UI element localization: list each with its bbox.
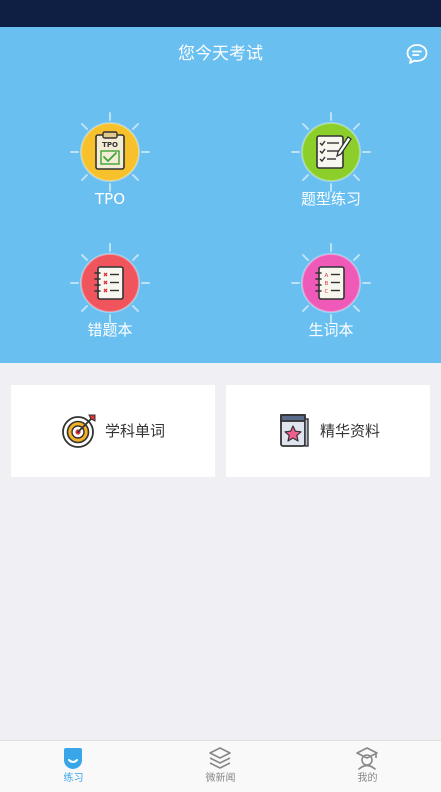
chat-bubble-icon[interactable]: [405, 43, 429, 65]
svg-text:C: C: [325, 289, 329, 295]
star-book-icon: [280, 414, 309, 447]
grid-item-label: 生词本: [308, 321, 354, 339]
target-icon: [62, 414, 96, 448]
svg-text:A: A: [325, 273, 329, 279]
tab-mine[interactable]: 我的: [294, 741, 441, 792]
tab-label: 我的: [357, 773, 378, 784]
svg-text:TPO: TPO: [102, 141, 118, 149]
vocab-notebook-icon: A B C: [291, 243, 371, 323]
profile-icon: [356, 747, 378, 770]
grid-item-tpo[interactable]: TPO TPO: [35, 107, 185, 227]
card-subject-words[interactable]: 学科单词: [11, 385, 215, 477]
grid-item-label: 错题本: [87, 321, 133, 339]
grid-item-question-practice[interactable]: 题型练习: [256, 107, 406, 227]
tab-label: 练习: [63, 773, 84, 784]
svg-text:B: B: [325, 281, 329, 287]
card-essential-materials[interactable]: 精华资料: [226, 385, 430, 477]
tab-micro-news[interactable]: 微新闻: [147, 741, 294, 792]
grid-item-wrong-notebook[interactable]: 错题本: [35, 238, 185, 358]
checklist-icon: [291, 112, 371, 192]
hero-panel: 您今天考试 TPO TPO 题型练习 错题本 A B C 生词本: [0, 27, 441, 363]
practice-icon: [64, 748, 82, 769]
tab-practice[interactable]: 练习: [0, 741, 147, 792]
tpo-clipboard-icon: TPO: [70, 112, 150, 192]
tab-bar: 练习 微新闻 我的: [0, 740, 441, 792]
status-bar: [0, 0, 441, 27]
card-label: 学科单词: [105, 422, 166, 440]
grid-item-label: TPO: [94, 190, 125, 208]
card-label: 精华资料: [320, 422, 381, 440]
wrong-notebook-icon: [70, 243, 150, 323]
page-title: 您今天考试: [178, 44, 263, 64]
layers-icon: [209, 747, 231, 769]
grid-item-vocab-notebook[interactable]: A B C 生词本: [256, 238, 406, 358]
grid-item-label: 题型练习: [300, 190, 361, 208]
tab-label: 微新闻: [205, 773, 236, 784]
